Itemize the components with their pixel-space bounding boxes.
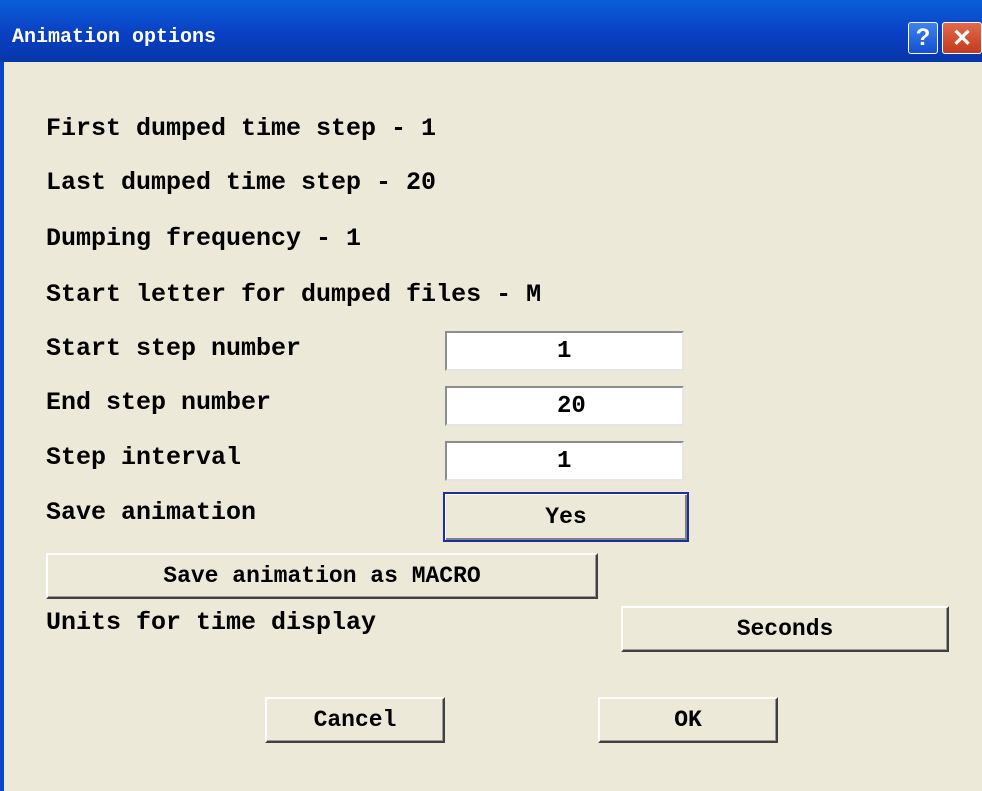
end-step-input[interactable]: 20 <box>445 386 684 426</box>
last-step-info: Last dumped time step - 20 <box>46 168 437 197</box>
step-interval-input[interactable]: 1 <box>445 441 684 481</box>
close-button[interactable]: ✕ <box>942 22 982 54</box>
first-step-info: First dumped time step - 1 <box>46 114 437 143</box>
save-animation-toggle[interactable]: Yes <box>443 492 689 542</box>
time-units-label: Units for time display <box>46 608 377 637</box>
save-as-macro-button[interactable]: Save animation as MACRO <box>46 553 598 599</box>
start-step-label: Start step number <box>46 334 302 363</box>
step-interval-label: Step interval <box>46 443 242 472</box>
start-letter-info: Start letter for dumped files - M <box>46 280 542 309</box>
title-bar[interactable]: Animation options ? ✕ <box>0 0 982 62</box>
end-step-label: End step number <box>46 388 272 417</box>
cancel-button[interactable]: Cancel <box>265 697 445 743</box>
animation-options-dialog: Animation options ? ✕ First dumped time … <box>0 0 982 791</box>
start-step-input[interactable]: 1 <box>445 331 684 371</box>
frequency-info: Dumping frequency - 1 <box>46 224 362 253</box>
save-animation-label: Save animation <box>46 498 257 527</box>
window-frame-left <box>0 62 4 791</box>
ok-button[interactable]: OK <box>598 697 778 743</box>
time-units-button[interactable]: Seconds <box>621 606 949 652</box>
window-title: Animation options <box>12 26 217 49</box>
help-button[interactable]: ? <box>908 22 938 54</box>
help-icon: ? <box>915 24 931 51</box>
close-icon: ✕ <box>951 24 973 52</box>
